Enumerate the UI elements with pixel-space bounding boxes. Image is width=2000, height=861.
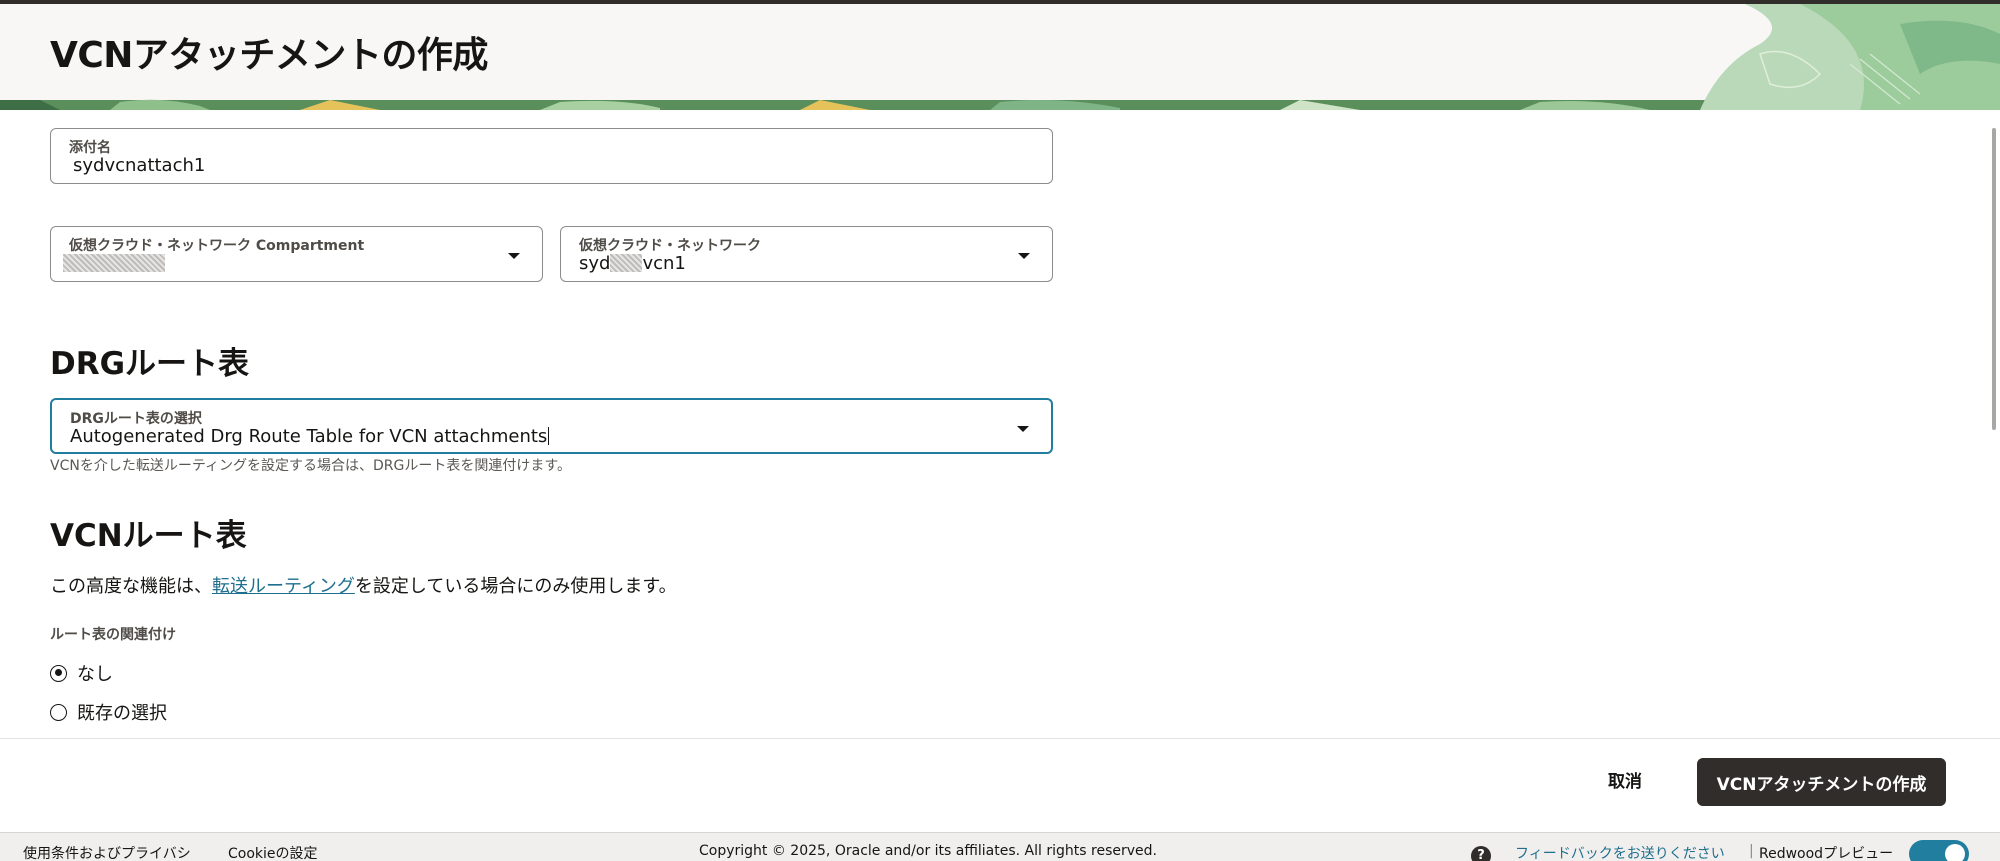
vcn-compartment-select[interactable]: 仮想クラウド・ネットワーク Compartment bbox=[50, 226, 543, 282]
vcn-route-section-title: VCNルート表 bbox=[50, 518, 247, 554]
vcn-label: 仮想クラウド・ネットワーク bbox=[579, 238, 761, 254]
create-vcn-attachment-button[interactable]: VCNアタッチメントの作成 bbox=[1697, 758, 1946, 806]
redwood-preview-label: Redwoodプレビュー bbox=[1759, 846, 1894, 861]
page-footer: 使用条件およびプライバシ Cookieの設定 Copyright © 2025,… bbox=[0, 832, 2000, 861]
feedback-link[interactable]: フィードバックをお送りください bbox=[1515, 843, 1725, 861]
chevron-down-icon bbox=[1018, 253, 1030, 259]
chevron-down-icon bbox=[508, 253, 520, 259]
redacted-vcn bbox=[610, 254, 643, 272]
vcn-select[interactable]: 仮想クラウド・ネットワーク syd vcn1 bbox=[560, 226, 1053, 282]
action-bar: 取消 VCNアタッチメントの作成 bbox=[0, 738, 2000, 832]
transit-routing-link[interactable]: 転送ルーティング bbox=[212, 576, 355, 597]
help-icon[interactable]: ? bbox=[1471, 846, 1491, 861]
scrollbar-thumb[interactable] bbox=[1992, 128, 1996, 430]
radio-label: なし bbox=[77, 664, 113, 685]
attachment-name-field[interactable]: 添付名 sydvcnattach1 bbox=[50, 128, 1053, 184]
desc-text: この高度な機能は、 bbox=[50, 576, 212, 597]
drg-help-text: VCNを介した転送ルーティングを設定する場合は、DRGルート表を関連付けます。 bbox=[50, 458, 571, 474]
copyright-text: Copyright © 2025, Oracle and/or its affi… bbox=[699, 843, 1157, 859]
cancel-button[interactable]: 取消 bbox=[1608, 767, 1642, 792]
cookie-settings-link[interactable]: Cookieの設定 bbox=[228, 843, 318, 861]
drg-route-table-value: Autogenerated Drg Route Table for VCN at… bbox=[70, 426, 550, 447]
redacted-compartment bbox=[63, 254, 165, 272]
chevron-down-icon bbox=[1017, 426, 1029, 432]
radio-checked-icon[interactable] bbox=[50, 664, 67, 682]
vcn-compartment-value bbox=[63, 253, 165, 274]
attachment-name-value: sydvcnattach1 bbox=[73, 155, 206, 176]
desc-text: を設定している場合にのみ使用します。 bbox=[354, 576, 677, 597]
vcn-value-suffix: vcn1 bbox=[642, 253, 686, 274]
radio-option-none[interactable]: なし bbox=[50, 660, 113, 686]
drg-route-table-label: DRGルート表の選択 bbox=[70, 411, 202, 427]
drg-route-table-select[interactable]: DRGルート表の選択 Autogenerated Drg Route Table… bbox=[50, 398, 1053, 454]
vcn-route-description: この高度な機能は、転送ルーティングを設定している場合にのみ使用します。 bbox=[50, 572, 677, 598]
radio-label: 既存の選択 bbox=[77, 703, 167, 724]
route-association-label: ルート表の関連付け bbox=[50, 627, 176, 643]
vcn-value: syd vcn1 bbox=[579, 253, 686, 274]
radio-option-existing[interactable]: 既存の選択 bbox=[50, 699, 167, 725]
vcn-compartment-label: 仮想クラウド・ネットワーク Compartment bbox=[69, 238, 365, 254]
page-title: VCNアタッチメントの作成 bbox=[50, 35, 488, 76]
vcn-value-prefix: syd bbox=[579, 253, 611, 274]
footer-separator: | bbox=[1749, 843, 1754, 859]
drg-route-table-text: Autogenerated Drg Route Table for VCN at… bbox=[70, 426, 548, 447]
attachment-name-label: 添付名 bbox=[69, 140, 111, 156]
radio-unchecked-icon[interactable] bbox=[50, 703, 67, 721]
redwood-preview-toggle[interactable] bbox=[1909, 840, 1969, 861]
text-cursor bbox=[548, 427, 550, 445]
terms-privacy-link[interactable]: 使用条件およびプライバシ bbox=[23, 843, 191, 861]
page-header: VCNアタッチメントの作成 bbox=[0, 4, 2000, 110]
drg-section-title: DRGルート表 bbox=[50, 346, 250, 382]
